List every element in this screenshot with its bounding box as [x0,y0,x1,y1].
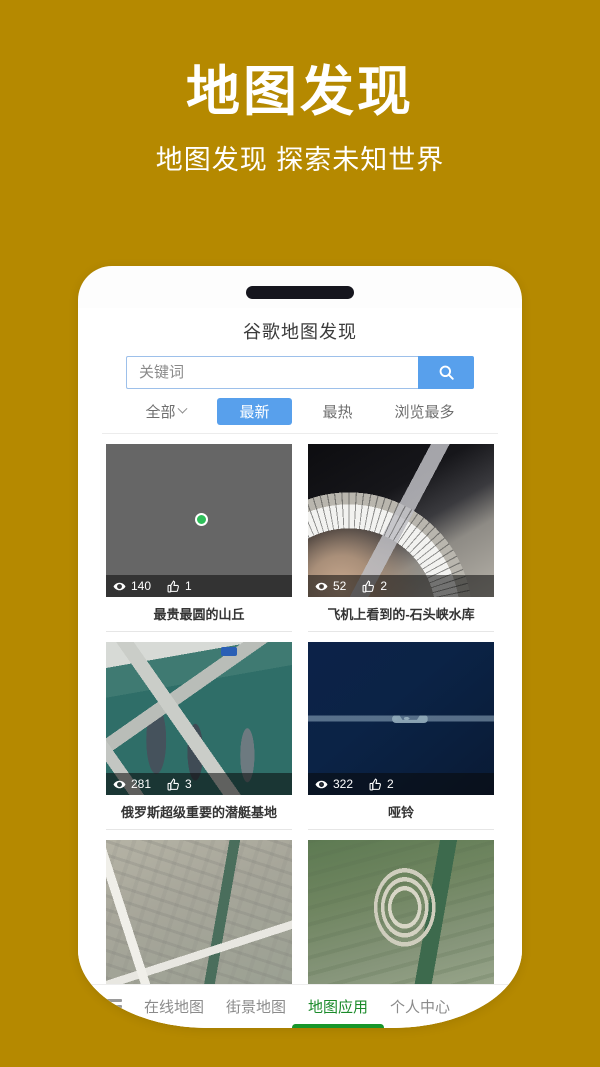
nav-item-street-view[interactable]: 街景地图 [226,996,286,1017]
eye-icon [113,580,126,593]
discovery-grid: 140 1 最贵最圆的山丘 52 2 飞机上看到的-石头峡水库 281 3 俄罗… [78,434,522,984]
nav-item-map-apps[interactable]: 地图应用 [292,996,385,1028]
view-count-value: 281 [131,777,152,791]
nav-item-map-apps-label: 地图应用 [308,999,369,1016]
like-count-value: 2 [380,579,388,593]
like-count: 2 [369,777,394,791]
view-count-value: 52 [333,579,347,593]
thumbs-up-icon [369,777,382,791]
card-thumbnail[interactable]: 281 3 [106,642,292,795]
card-stats: 281 3 [106,773,292,795]
card-caption: 俄罗斯超级重要的潜艇基地 [106,795,292,830]
card-thumbnail[interactable] [308,840,494,984]
satellite-image-city [106,840,292,984]
eye-icon [315,580,328,593]
filter-tab-all-label: 全部 [145,404,176,421]
satellite-image-racetrack [308,840,494,984]
like-count: 3 [167,777,192,791]
view-count-value: 322 [333,777,354,791]
view-count-value: 140 [131,579,152,593]
active-tab-indicator [292,1024,385,1028]
filter-tab-most-viewed[interactable]: 浏览最多 [384,398,466,425]
search-icon [438,364,455,381]
view-count: 322 [315,777,353,791]
filter-tab-newest-label: 最新 [239,404,270,421]
like-count-value: 3 [185,777,192,791]
card-stats: 52 2 [308,575,494,597]
app-title: 谷歌地图发现 [243,322,357,342]
card-caption: 飞机上看到的-石头峡水库 [308,597,494,632]
card-caption: 哑铃 [308,795,494,830]
list-item[interactable] [308,840,494,984]
promo-header: 地图发现 地图发现 探索未知世界 [0,0,600,177]
search-bar [126,356,474,389]
thumbs-up-icon [362,579,375,593]
search-button[interactable] [418,356,474,389]
card-stats: 322 2 [308,773,494,795]
card-thumbnail[interactable]: 322 2 [308,642,494,795]
list-item[interactable]: 281 3 俄罗斯超级重要的潜艇基地 [106,642,292,840]
like-count-value: 2 [387,777,394,791]
page-title: 地图发现 [186,62,414,122]
view-count: 140 [113,579,151,593]
like-count: 2 [362,579,387,593]
filter-tab-most-viewed-label: 浏览最多 [394,404,455,421]
hamburger-icon[interactable] [100,996,122,1017]
view-count: 52 [315,579,346,593]
list-item[interactable] [106,840,292,984]
card-thumbnail[interactable]: 140 1 [106,444,292,597]
card-caption: 最贵最圆的山丘 [106,597,292,632]
search-input[interactable] [126,356,418,389]
view-count: 281 [113,777,151,791]
card-thumbnail[interactable]: 52 2 [308,444,494,597]
bottom-navigation: 在线地图 街景地图 地图应用 个人中心 [78,984,522,1028]
nav-item-online-map[interactable]: 在线地图 [144,996,204,1017]
app-screen: 谷歌地图发现 全部 最新 最热 [78,308,522,1028]
chevron-down-icon [178,403,188,414]
thumbs-up-icon [167,579,180,593]
card-stats: 140 1 [106,575,292,597]
like-count-value: 1 [185,579,192,593]
filter-tab-hottest-label: 最热 [322,404,353,421]
nav-item-profile[interactable]: 个人中心 [390,996,450,1017]
filter-tab-hottest[interactable]: 最热 [312,398,364,425]
phone-speaker-bar [246,286,354,299]
phone-mockup: 谷歌地图发现 全部 最新 最热 [78,266,522,1028]
eye-icon [113,778,126,791]
list-item[interactable]: 140 1 最贵最圆的山丘 [106,444,292,642]
filter-tab-newest[interactable]: 最新 [217,398,292,425]
like-count: 1 [167,579,192,593]
filter-tabs: 全部 最新 最热 浏览最多 [102,389,498,434]
page-subtitle: 地图发现 探索未知世界 [155,145,445,176]
filter-tab-all[interactable]: 全部 [134,398,197,425]
list-item[interactable]: 52 2 飞机上看到的-石头峡水库 [308,444,494,642]
thumbs-up-icon [167,777,180,791]
list-item[interactable]: 322 2 哑铃 [308,642,494,840]
eye-icon [315,778,328,791]
card-thumbnail[interactable] [106,840,292,984]
